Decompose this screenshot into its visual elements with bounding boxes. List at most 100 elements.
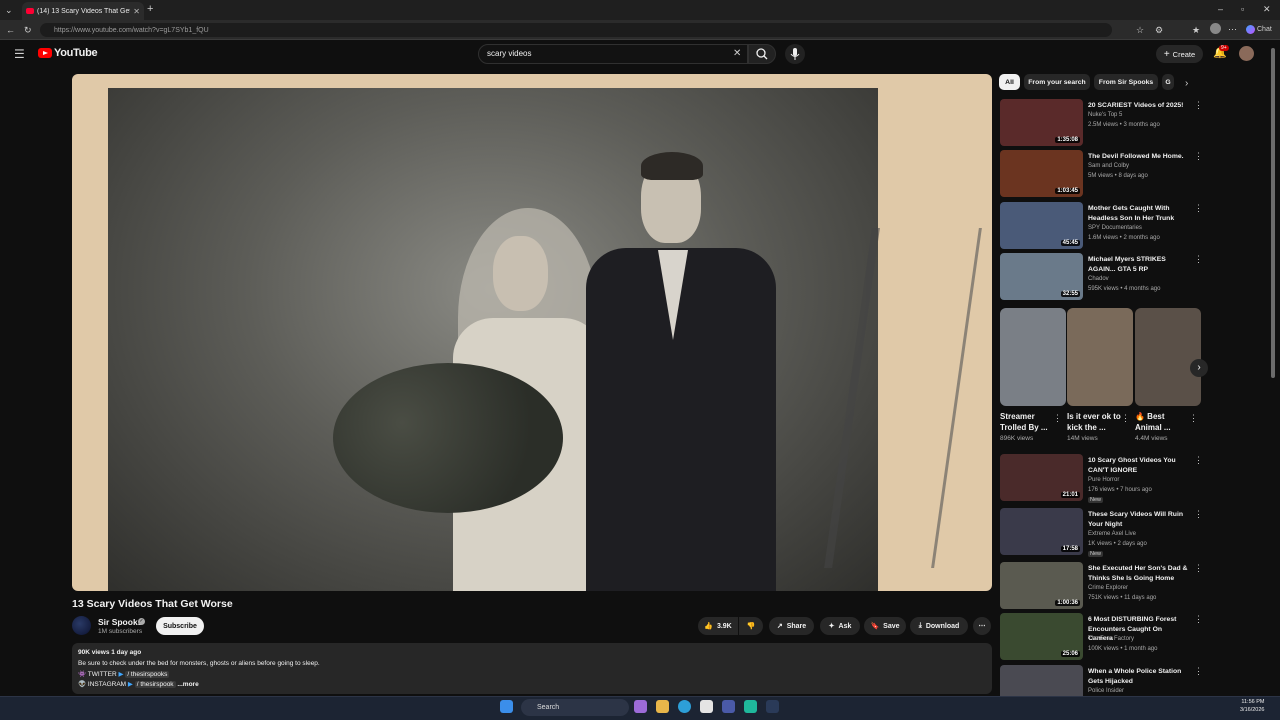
recommendation-title[interactable]: 10 Scary Ghost Videos You CAN'T IGNORE (1088, 456, 1188, 475)
chevron-right-icon[interactable]: › (1185, 78, 1188, 90)
maximize-icon[interactable]: ▫ (1241, 3, 1244, 15)
app-icon[interactable] (744, 700, 757, 713)
search-input[interactable]: scary videos (487, 49, 717, 58)
steam-icon[interactable] (766, 700, 779, 713)
address-bar[interactable]: https://www.youtube.com/watch?v=gL7SYb1_… (40, 23, 1112, 37)
more-vertical-icon[interactable]: ⋮ (1194, 667, 1203, 676)
recommendation-channel[interactable]: The Fear Factory (1088, 636, 1134, 642)
file-explorer-icon[interactable] (656, 700, 669, 713)
account-avatar[interactable] (1239, 46, 1254, 61)
more-vertical-icon[interactable]: ⋮ (1194, 564, 1203, 573)
recommendation-channel[interactable]: Sam and Colby (1088, 163, 1129, 169)
like-button[interactable]: 👍 3.9K (698, 617, 738, 635)
video-player[interactable] (72, 74, 992, 591)
video-thumbnail[interactable]: 21:01 (1000, 454, 1083, 501)
short-title[interactable]: Is it ever ok to kick the ... (1067, 411, 1125, 433)
clear-search-icon[interactable]: ✕ (733, 48, 741, 60)
back-icon[interactable]: ← (6, 24, 15, 36)
voice-search-button[interactable] (785, 44, 805, 64)
short-thumbnail[interactable] (1135, 308, 1201, 406)
subscribe-button[interactable]: Subscribe (156, 617, 204, 635)
recommendation-item[interactable]: 21:01 10 Scary Ghost Videos You CAN'T IGN… (1000, 454, 1205, 503)
recommendation-title[interactable]: Mother Gets Caught With Headless Son In … (1088, 204, 1188, 223)
share-button[interactable]: ↗ Share (769, 617, 814, 635)
save-button[interactable]: 🔖 Save (864, 617, 906, 635)
menu-icon[interactable]: ☰ (14, 48, 25, 60)
recommendation-item[interactable]: 1:00:36 She Executed Her Son's Dad & Thin… (1000, 562, 1205, 610)
recommendation-channel[interactable]: Nuke's Top 5 (1088, 112, 1122, 118)
more-vertical-icon[interactable]: ⋮ (1194, 204, 1203, 213)
recommendation-item[interactable]: 17:58 These Scary Videos Will Ruin Your N… (1000, 508, 1205, 557)
recommendation-title[interactable]: 20 SCARIEST Videos of 2025! (1088, 101, 1188, 111)
short-title[interactable]: 🔥 Best Animal ... (1135, 411, 1193, 433)
instagram-link[interactable]: / thesirspook (134, 681, 176, 688)
minimize-icon[interactable]: – (1218, 3, 1223, 15)
new-tab-icon[interactable]: + (147, 3, 153, 15)
taskbar-search[interactable]: Search (521, 699, 629, 716)
channel-name[interactable]: Sir Spooks (98, 617, 142, 627)
tab-list-icon[interactable]: ⌄ (5, 4, 13, 16)
recommendation-channel[interactable]: Chadov (1088, 276, 1109, 282)
chip-more[interactable]: G (1162, 74, 1174, 90)
video-thumbnail[interactable]: 1:03:45 (1000, 150, 1083, 197)
video-thumbnail[interactable]: 1:00:36 (1000, 562, 1083, 609)
recommendation-title[interactable]: Michael Myers STRIKES AGAIN... GTA 5 RP (1088, 255, 1188, 274)
recommendation-channel[interactable]: SPY Documentaries (1088, 225, 1142, 231)
recommendation-item[interactable]: 32:55 Michael Myers STRIKES AGAIN... GTA … (1000, 253, 1205, 301)
short-thumbnail[interactable] (1000, 308, 1066, 406)
close-tab-icon[interactable]: ✕ (133, 7, 140, 16)
download-button[interactable]: ⤓ Download (910, 617, 968, 635)
more-icon[interactable]: ⋯ (1228, 23, 1237, 35)
more-vertical-icon[interactable]: ⋮ (1194, 456, 1203, 465)
system-clock[interactable]: 11:56 PM 3/16/2026 (1240, 699, 1264, 714)
discord-icon[interactable] (722, 700, 735, 713)
more-vertical-icon[interactable]: ⋮ (1194, 255, 1203, 264)
short-menu-icon[interactable]: ⋮ (1053, 413, 1062, 424)
recommendation-channel[interactable]: Extreme Axel Live (1088, 531, 1136, 537)
copilot-chat-button[interactable]: Chat (1246, 24, 1272, 36)
video-thumbnail[interactable]: 32:55 (1000, 253, 1083, 300)
chip-from-your-search[interactable]: From your search (1024, 74, 1090, 90)
more-vertical-icon[interactable]: ⋮ (1194, 615, 1203, 624)
video-thumbnail[interactable]: 45:45 (1000, 202, 1083, 249)
search-button[interactable] (748, 44, 776, 64)
more-vertical-icon[interactable]: ⋮ (1194, 101, 1203, 110)
search-box[interactable]: scary videos ✕ (478, 44, 748, 64)
more-actions-button[interactable]: ⋯ (973, 617, 991, 635)
twitter-link[interactable]: / thesirspooks (125, 671, 170, 678)
short-menu-icon[interactable]: ⋮ (1189, 413, 1198, 424)
close-window-icon[interactable]: ✕ (1263, 3, 1271, 15)
windows-start-icon[interactable] (500, 700, 513, 713)
ask-button[interactable]: ✦ Ask (820, 617, 860, 635)
shorts-next-button[interactable]: › (1190, 359, 1208, 377)
description-box[interactable]: 90K views 1 day ago Be sure to check und… (72, 643, 992, 694)
browser-tab-active[interactable]: (14) 13 Scary Videos That Get W ✕ (22, 2, 144, 20)
video-thumbnail[interactable]: 25:06 (1000, 613, 1083, 660)
favorite-star-icon[interactable]: ☆ (1136, 24, 1144, 36)
more-vertical-icon[interactable]: ⋮ (1194, 510, 1203, 519)
more-vertical-icon[interactable]: ⋮ (1194, 152, 1203, 161)
recommendation-channel[interactable]: Crime Explorer (1088, 585, 1128, 591)
copilot-icon[interactable] (634, 700, 647, 713)
recommendation-title[interactable]: The Devil Followed Me Home. (1088, 152, 1188, 162)
recommendation-title[interactable]: These Scary Videos Will Ruin Your Night (1088, 510, 1188, 529)
youtube-logo[interactable]: YouTube (38, 47, 98, 59)
show-more-link[interactable]: ...more (177, 681, 198, 688)
create-button[interactable]: + Create (1156, 45, 1203, 63)
reload-icon[interactable]: ↻ (24, 24, 32, 36)
dislike-button[interactable]: 👎 (739, 617, 763, 635)
short-menu-icon[interactable]: ⋮ (1121, 413, 1130, 424)
video-thumbnail[interactable]: 17:58 (1000, 508, 1083, 555)
recommendation-item[interactable]: 45:45 Mother Gets Caught With Headless So… (1000, 202, 1205, 250)
profile-avatar[interactable] (1210, 23, 1221, 34)
short-thumbnail[interactable] (1067, 308, 1133, 406)
page-scrollbar[interactable] (1271, 48, 1275, 378)
recommendation-channel[interactable]: Pure Horror (1088, 477, 1119, 483)
recommendation-title[interactable]: She Executed Her Son's Dad & Thinks She … (1088, 564, 1188, 583)
extensions-icon[interactable]: ⚙ (1155, 24, 1163, 36)
channel-avatar[interactable] (72, 616, 91, 635)
chip-from-sir-spooks[interactable]: From Sir Spooks (1094, 74, 1158, 90)
video-thumbnail[interactable]: 1:35:08 (1000, 99, 1083, 146)
chip-all[interactable]: All (999, 74, 1020, 90)
recommendation-title[interactable]: When a Whole Police Station Gets Hijacke… (1088, 667, 1188, 686)
